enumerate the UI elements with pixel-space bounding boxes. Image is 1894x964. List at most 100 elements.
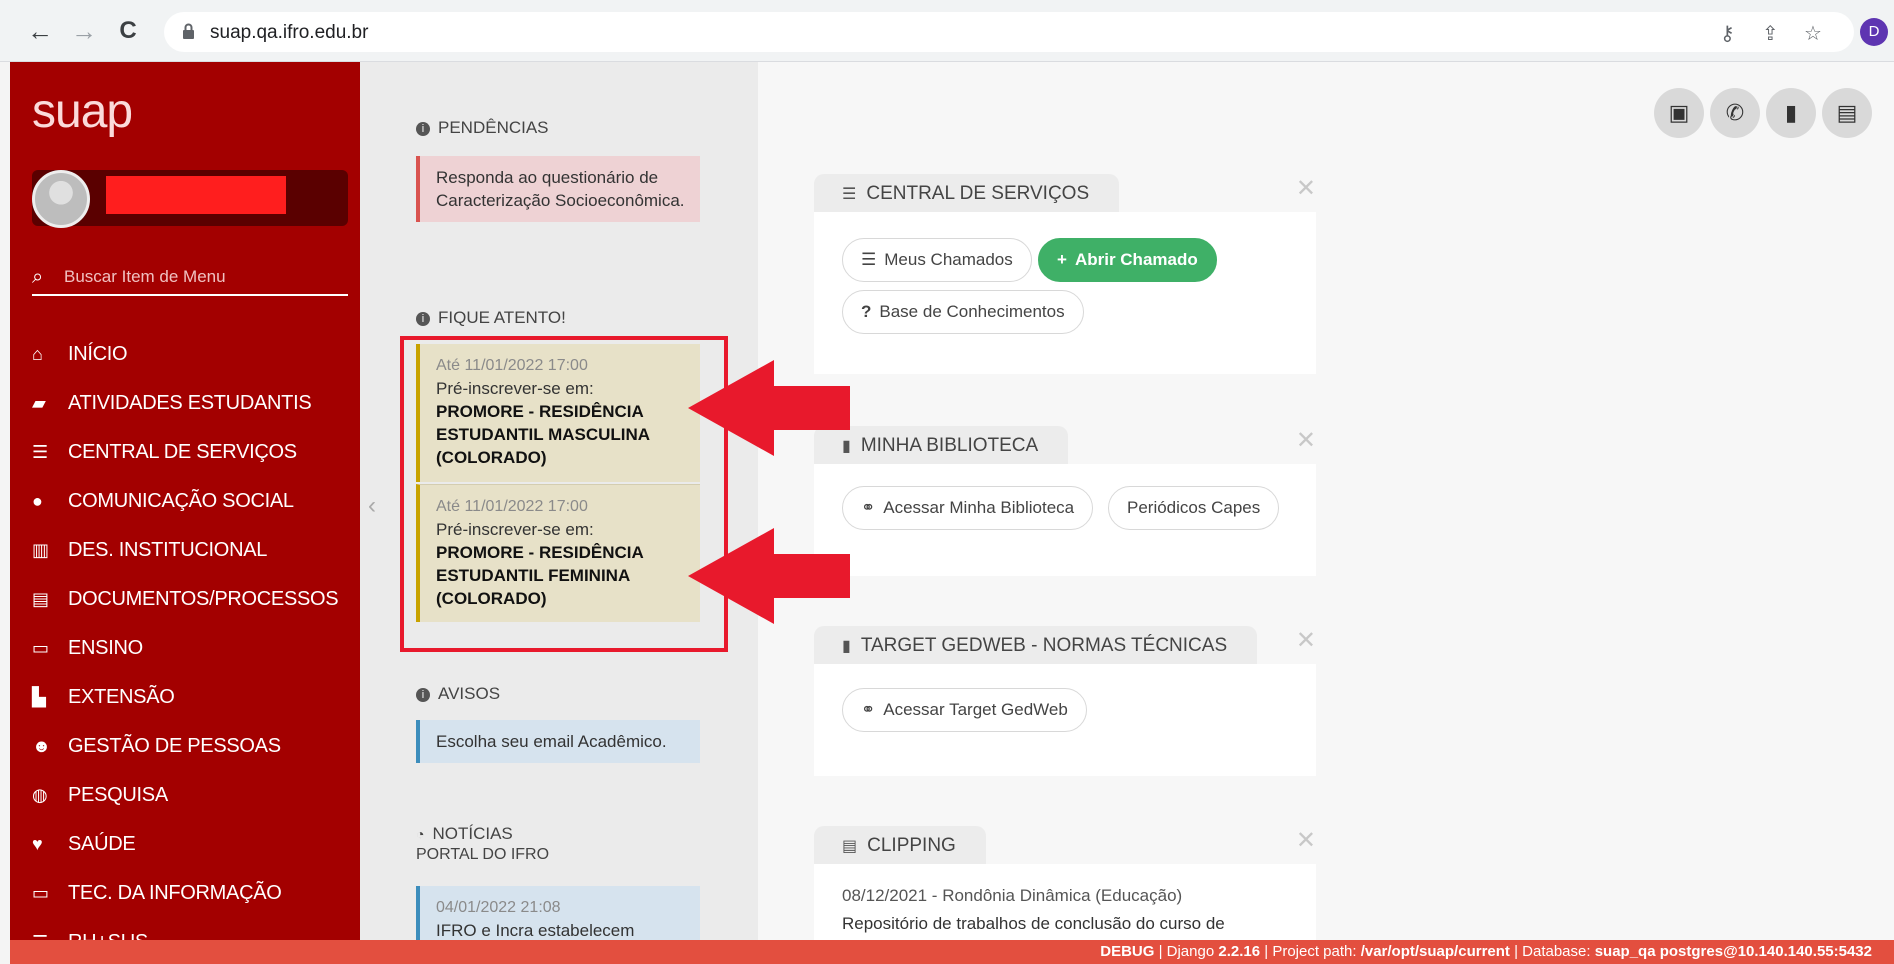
noticias-heading: ◔ NOTÍCIAS [416,824,513,843]
pdf-icon[interactable]: ▣ [1654,88,1704,138]
aviso-card[interactable]: Escolha seu email Acadêmico. [416,720,700,763]
reload-icon[interactable]: C [114,17,142,45]
sidebar-item-label: CENTRAL DE SERVIÇOS [68,441,297,463]
users-icon: ☻ [32,736,51,756]
phone-icon[interactable]: ✆ [1710,88,1760,138]
sidebar-item-comunicacao-social[interactable]: ● COMUNICAÇÃO SOCIAL [32,477,352,526]
acessar-biblioteca-button[interactable]: ⚭ Acessar Minha Biblioteca [842,486,1094,530]
list-icon: ☰ [861,250,877,269]
sidebar-item-atividades-estudantis[interactable]: ▰ ATIVIDADES ESTUDANTIS [32,379,352,428]
bar-chart-icon: ▥ [32,540,49,560]
app-logo[interactable]: suap [32,84,133,139]
sidebar-item-label: TEC. DA INFORMAÇÃO [68,882,282,904]
sidebar-item-documentos-processos[interactable]: ▤ DOCUMENTOS/PROCESSOS [32,575,352,624]
document-edit-icon: ▤ [32,589,49,609]
graduation-cap-icon: ▰ [32,393,46,413]
sidebar-item-label: INÍCIO [68,343,128,365]
user-box[interactable] [32,170,348,228]
debug-bar: DEBUG | Django 2.2.16 | Project path: /v… [10,940,1894,964]
pendencia-card[interactable]: Responda ao questionário de Caracterizaç… [416,156,700,222]
back-arrow-icon[interactable]: ← [26,17,54,45]
widget-title: ▮ MINHA BIBLIOTECA [814,426,1069,464]
rss-icon: ◔ [416,826,425,842]
info-icon: i [416,311,430,326]
close-icon[interactable]: ✕ [1296,626,1316,655]
info-icon: i [416,687,430,702]
close-icon[interactable]: ✕ [1296,426,1316,455]
sidebar-item-extensao[interactable]: ▙ EXTENSÃO [32,673,352,722]
sidebar-item-inicio[interactable]: ⌂ INÍCIO [32,330,352,379]
url-text: suap.qa.ifro.edu.br [210,22,369,43]
sidebar-item-tec-da-informacao[interactable]: ▭ TEC. DA INFORMAÇÃO [32,869,352,918]
address-bar[interactable]: suap.qa.ifro.edu.br ⚷ ⇪ ☆ [164,12,1854,52]
sidebar-item-pesquisa[interactable]: ◍ PESQUISA [32,771,352,820]
noticias-subheading: PORTAL DO IFRO [416,846,550,863]
sidebar-item-label: COMUNICAÇÃO SOCIAL [68,490,294,512]
question-icon: ? [861,302,872,321]
sidebar-item-des-institucional[interactable]: ▥ DES. INSTITUCIONAL [32,526,352,575]
close-icon[interactable]: ✕ [1296,826,1316,855]
sidebar-item-ensino[interactable]: ▭ ENSINO [32,624,352,673]
menu-icon: ☰ [32,932,68,940]
periodicos-capes-button[interactable]: Periódicos Capes [1108,486,1280,530]
sidebar-item-rh-sus[interactable]: ☰RH+SUS [32,918,352,940]
highlight-annotation-box [400,336,728,652]
sidebar-item-label: ENSINO [68,637,143,659]
fique-atento-heading: i FIQUE ATENTO! [416,308,566,328]
lock-icon [183,23,194,39]
newspaper-icon: ▤ [842,838,858,855]
widget-central-de-servicos: ☰ CENTRAL DE SERVIÇOS ✕ ☰ Meus Chamados + A… [814,174,1316,374]
sidebar-item-label: SAÚDE [68,833,136,855]
widget-target-gedweb: ▮ TARGET GEDWEB - NORMAS TÉCNICAS ✕ ⚭ Aces… [814,626,1316,776]
info-icon: i [416,121,430,136]
acessar-target-button[interactable]: ⚭ Acessar Target GedWeb [842,688,1087,732]
teacher-board-icon: ▭ [32,638,49,658]
globe-icon: ◍ [32,785,48,805]
sidebar-item-gestao-de-pessoas[interactable]: ☻ GESTÃO DE PESSOAS [32,722,352,771]
star-icon[interactable]: ☆ [1804,21,1822,46]
laptop-icon: ▭ [32,883,49,903]
sidebar-item-label: PESQUISA [68,784,168,806]
annotation-arrow-2 [688,528,850,624]
close-icon[interactable]: ✕ [1296,174,1316,203]
search-icon: ⌕ [32,266,44,288]
collapse-chevron-icon[interactable]: ‹ [368,492,376,520]
bookmark-icon[interactable]: ▮ [1766,88,1816,138]
news-text: IFRO e Incra estabelecem [436,921,635,940]
sidebar-item-saude[interactable]: ♥ SAÚDE [32,820,352,869]
clipping-headline[interactable]: Repositório de trabalhos de conclusão do… [842,914,1225,934]
plus-icon: + [1057,250,1067,269]
widget-clipping: ▤ CLIPPING ✕ 08/12/2021 - Rondônia Dinâmi… [814,826,1316,940]
speech-bubble-icon: ● [32,491,43,511]
browser-toolbar: ← → C suap.qa.ifro.edu.br ⚷ ⇪ ☆ D [0,0,1894,62]
abrir-chamado-button[interactable]: + Abrir Chamado [1038,238,1217,282]
base-de-conhecimentos-button[interactable]: ? Base de Conhecimentos [842,290,1084,334]
share-icon[interactable]: ⇪ [1762,21,1779,46]
key-icon[interactable]: ⚷ [1720,21,1735,46]
search-input[interactable] [64,264,344,290]
pendencias-heading: i PENDÊNCIAS [416,118,549,138]
menu-search: ⌕ [32,260,348,296]
link-icon: ⚭ [861,700,876,719]
sidebar-item-central-de-servicos[interactable]: ☰ CENTRAL DE SERVIÇOS [32,428,352,477]
heart-icon: ♥ [32,834,43,854]
sidebar-menu: ⌂ INÍCIO ▰ ATIVIDADES ESTUDANTIS ☰ CENTRAL … [32,330,352,940]
news-card[interactable]: 04/01/2022 21:08 IFRO e Incra estabelece… [416,886,700,940]
sidebar-item-label: ATIVIDADES ESTUDANTIS [68,392,312,414]
widget-minha-biblioteca: ▮ MINHA BIBLIOTECA ✕ ⚭ Acessar Minha Bibli… [814,426,1316,576]
avisos-heading: i AVISOS [416,684,500,704]
meus-chamados-button[interactable]: ☰ Meus Chamados [842,238,1032,282]
link-icon: ⚭ [861,498,876,517]
widget-title: ▤ CLIPPING [814,826,986,864]
sidebar-item-label: RH+SUS [68,931,148,940]
list-icon: ☰ [842,186,857,203]
profile-avatar[interactable]: D [1860,18,1888,46]
avatar [32,170,90,228]
sidebar-item-label: DES. INSTITUCIONAL [68,539,268,561]
forward-arrow-icon[interactable]: → [70,17,98,45]
redacted-username [106,176,286,214]
main-dashboard: ▣ ✆ ▮ ▤ ☰ CENTRAL DE SERVIÇOS ✕ ☰ Meus Cha… [758,62,1894,940]
book-icon[interactable]: ▤ [1822,88,1872,138]
clipping-source: 08/12/2021 - Rondônia Dinâmica (Educação… [842,886,1183,905]
building-icon: ▙ [32,687,46,707]
